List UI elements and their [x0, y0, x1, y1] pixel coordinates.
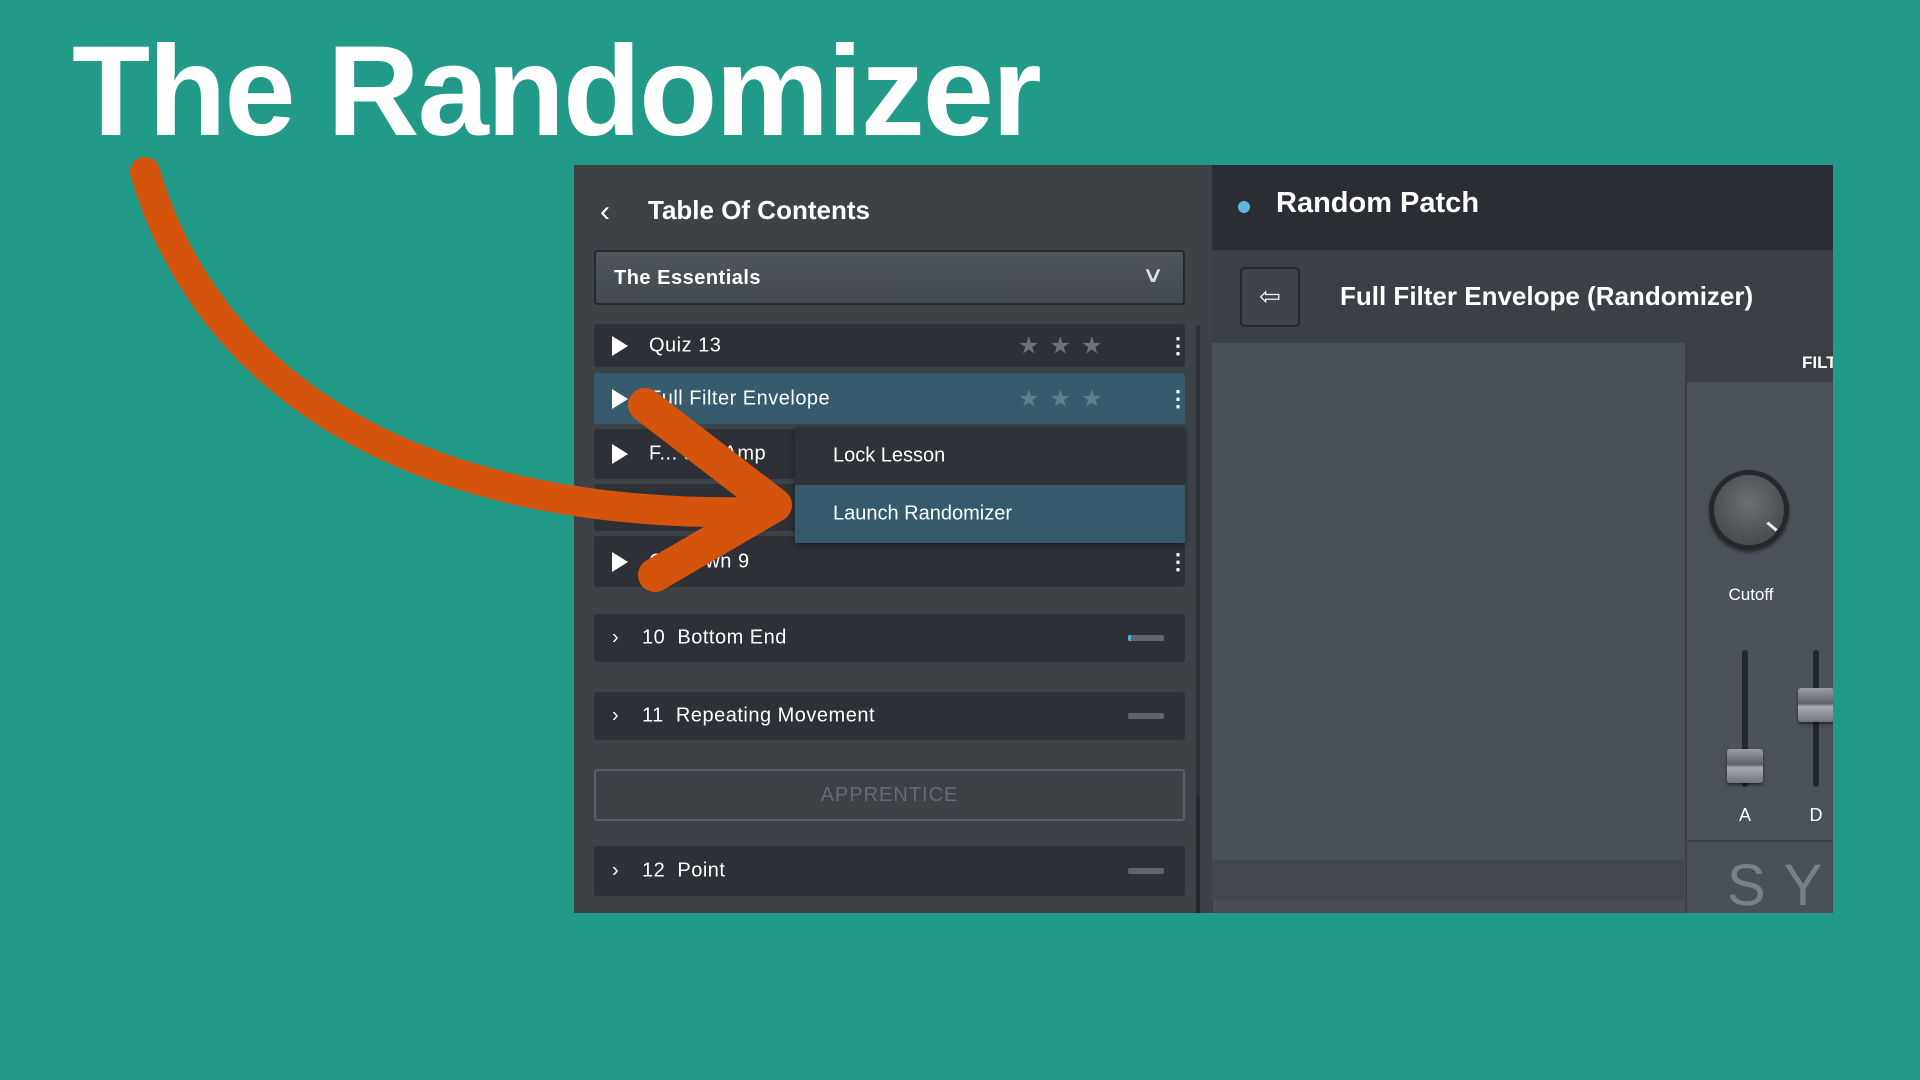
arrow-shaft [130, 157, 775, 528]
annotation-arrow [130, 157, 792, 592]
arrow-head [628, 388, 792, 592]
